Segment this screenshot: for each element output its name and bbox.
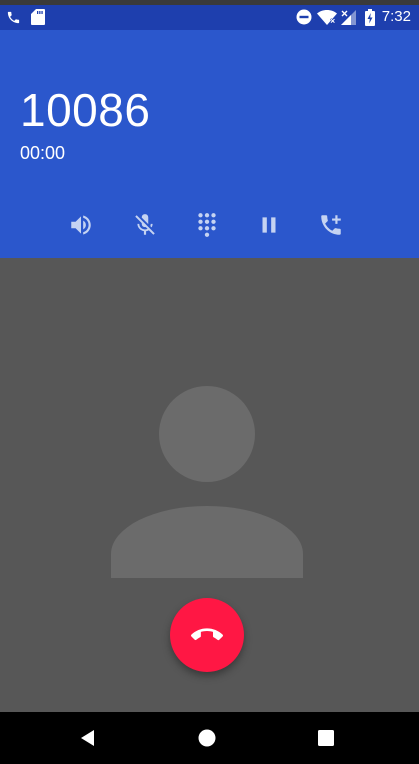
recents-icon[interactable] [314,726,338,750]
avatar-placeholder-body [111,506,303,578]
do-not-disturb-icon [296,9,312,25]
dialpad-icon[interactable] [194,212,220,238]
add-call-icon[interactable] [318,212,344,238]
avatar-placeholder-head [159,386,255,482]
status-time: 7:32 [381,8,411,25]
call-header: 10086 00:00 [0,30,419,258]
end-call-button[interactable] [170,598,244,672]
pause-icon[interactable] [256,212,282,238]
home-icon[interactable] [195,726,219,750]
call-timer: 00:00 [20,143,66,163]
back-icon[interactable] [76,726,100,750]
battery-charging-icon [365,9,375,26]
status-bar: 7:32 [0,5,419,30]
mute-icon[interactable] [132,212,158,238]
phone-icon [7,11,20,24]
caller-number: 10086 [20,84,151,136]
navigation-bar [0,712,419,764]
cellular-no-signal-icon [341,10,356,25]
call-end-icon [191,628,223,641]
speaker-icon[interactable] [68,212,94,238]
sd-card-icon [31,9,45,25]
wifi-icon [317,10,337,25]
